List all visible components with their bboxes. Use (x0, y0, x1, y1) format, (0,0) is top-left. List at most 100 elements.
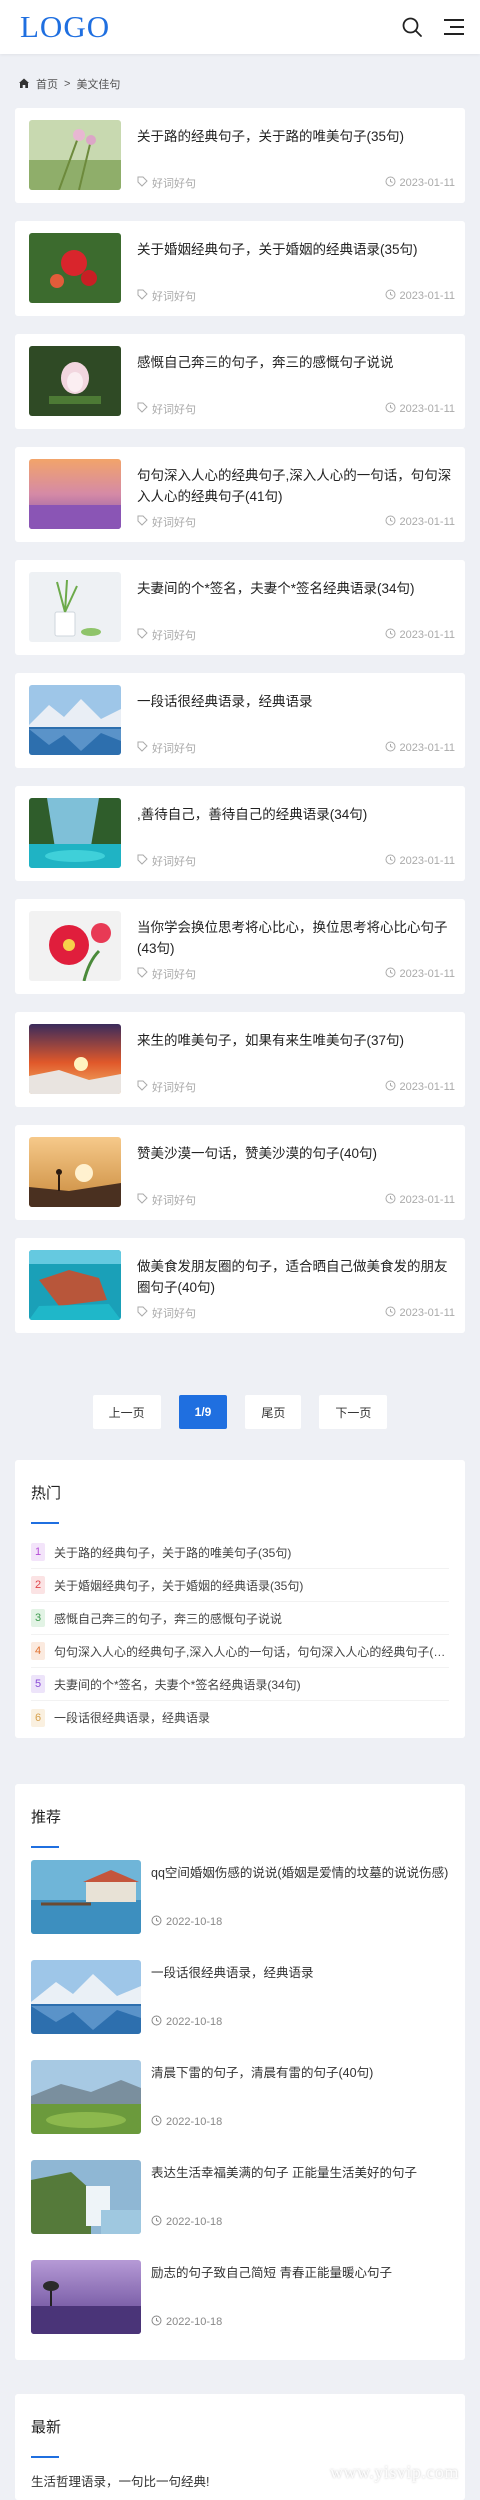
search-icon[interactable] (400, 15, 424, 39)
hot-item-title[interactable]: 关于路的经典句子，关于路的唯美句子(35句) (54, 1544, 291, 1561)
hot-item-title[interactable]: 一段话很经典语录，经典语录 (54, 1709, 210, 1726)
article-card[interactable]: 句句深入人心的经典句子,深入人心的一句话，句句深入人心的经典句子(41句) 好词… (15, 447, 465, 542)
next-page-button[interactable]: 下一页 (319, 1395, 388, 1429)
article-category[interactable]: 好词好句 (152, 740, 196, 756)
recommend-title[interactable]: 清晨下雷的句子，清晨有雷的句子(40句) (151, 2064, 451, 2083)
latest-widget-title: 最新 (31, 2419, 62, 2436)
article-thumbnail[interactable] (29, 346, 121, 416)
prev-page-button[interactable]: 上一页 (92, 1395, 161, 1429)
article-title[interactable]: ,善待自己，善待自己的经典语录(34句) (137, 804, 455, 825)
article-card[interactable]: 做美食发朋友圈的句子，适合晒自己做美食发的朋友圈句子(40句) 好词好句 2023… (15, 1238, 465, 1333)
article-category[interactable]: 好词好句 (152, 1079, 196, 1095)
recommend-widget-title: 推荐 (31, 1809, 62, 1826)
article-card[interactable]: ,善待自己，善待自己的经典语录(34句) 好词好句 2023-01-11 (15, 786, 465, 881)
recommend-widget: 推荐 qq空间婚姻伤感的说说(婚姻是爱情的坟墓的说说伤感) 2022-10-18… (15, 1784, 465, 2360)
hot-rank-badge: 6 (31, 1708, 45, 1727)
latest-widget: 最新 生活哲理语录，一句比一句经典! (15, 2394, 465, 2500)
tag-icon (137, 515, 148, 529)
article-date: 2023-01-11 (399, 968, 455, 980)
logo[interactable]: LOGO (20, 9, 110, 45)
clock-icon (385, 402, 396, 416)
article-thumbnail[interactable] (29, 798, 121, 868)
article-card[interactable]: 赞美沙漠一句话，赞美沙漠的句子(40句) 好词好句 2023-01-11 (15, 1125, 465, 1220)
article-thumbnail[interactable] (29, 1250, 121, 1320)
breadcrumb-separator: > (64, 78, 71, 90)
article-title[interactable]: 句句深入人心的经典句子,深入人心的一句话，句句深入人心的经典句子(41句) (137, 465, 455, 507)
recommend-date: 2022-10-18 (166, 1916, 223, 1928)
article-title[interactable]: 夫妻间的个*签名，夫妻个*签名经典语录(34句) (137, 578, 455, 599)
article-category[interactable]: 好词好句 (152, 288, 196, 304)
article-thumbnail[interactable] (29, 572, 121, 642)
recommend-item[interactable]: 励志的句子致自己简短 青春正能量暖心句子 2022-10-18 (31, 2260, 449, 2360)
article-title[interactable]: 赞美沙漠一句话，赞美沙漠的句子(40句) (137, 1143, 455, 1164)
article-title[interactable]: 感慨自己奔三的句子，奔三的感慨句子说说 (137, 352, 455, 373)
article-card[interactable]: 关于路的经典句子，关于路的唯美句子(35句) 好词好句 2023-01-11 (15, 108, 465, 203)
article-thumbnail[interactable] (29, 1024, 121, 1094)
hot-item-title[interactable]: 句句深入人心的经典句子,深入人心的一句话，句句深入人心的经典句子(41句) (54, 1643, 449, 1660)
article-thumbnail[interactable] (29, 911, 121, 981)
hot-item-title[interactable]: 关于婚姻经典句子，关于婚姻的经典语录(35句) (54, 1577, 303, 1594)
recommend-title[interactable]: 表达生活幸福美满的句子 正能量生活美好的句子 (151, 2164, 451, 2183)
article-category[interactable]: 好词好句 (152, 175, 196, 191)
hot-item[interactable]: 1 关于路的经典句子，关于路的唯美句子(35句) (31, 1536, 449, 1569)
recommend-thumbnail[interactable] (31, 1860, 141, 1934)
recommend-item[interactable]: 清晨下雷的句子，清晨有雷的句子(40句) 2022-10-18 (31, 2060, 449, 2160)
tag-icon (137, 741, 148, 755)
home-icon (18, 77, 30, 92)
hot-rank-badge: 5 (31, 1675, 45, 1693)
article-title[interactable]: 来生的唯美句子，如果有来生唯美句子(37句) (137, 1030, 455, 1051)
recommend-thumbnail[interactable] (31, 2060, 141, 2134)
clock-icon (385, 289, 396, 303)
breadcrumb-current[interactable]: 美文佳句 (76, 76, 120, 92)
hot-item-title[interactable]: 感慨自己奔三的句子，奔三的感慨句子说说 (54, 1610, 282, 1627)
article-thumbnail[interactable] (29, 685, 121, 755)
article-title[interactable]: 关于婚姻经典句子，关于婚姻的经典语录(35句) (137, 239, 455, 260)
article-thumbnail[interactable] (29, 459, 121, 529)
clock-icon (385, 1306, 396, 1320)
hot-item[interactable]: 5 夫妻间的个*签名，夫妻个*签名经典语录(34句) (31, 1668, 449, 1701)
menu-icon[interactable] (442, 15, 466, 39)
breadcrumb-home-link[interactable]: 首页 (36, 76, 58, 92)
hot-item[interactable]: 2 关于婚姻经典句子，关于婚姻的经典语录(35句) (31, 1569, 449, 1602)
article-title[interactable]: 做美食发朋友圈的句子，适合晒自己做美食发的朋友圈句子(40句) (137, 1256, 455, 1298)
article-thumbnail[interactable] (29, 233, 121, 303)
pagination: 上一页 1/9 尾页 下一页 (0, 1395, 480, 1429)
article-category[interactable]: 好词好句 (152, 1305, 196, 1321)
article-card[interactable]: 关于婚姻经典句子，关于婚姻的经典语录(35句) 好词好句 2023-01-11 (15, 221, 465, 316)
article-category[interactable]: 好词好句 (152, 514, 196, 530)
article-card[interactable]: 当你学会换位思考将心比心，换位思考将心比心句子(43句) 好词好句 2023-01… (15, 899, 465, 994)
hot-item[interactable]: 3 感慨自己奔三的句子，奔三的感慨句子说说 (31, 1602, 449, 1635)
recommend-title[interactable]: 一段话很经典语录，经典语录 (151, 1964, 451, 1983)
recommend-title[interactable]: 励志的句子致自己简短 青春正能量暖心句子 (151, 2264, 451, 2283)
hot-item[interactable]: 6 一段话很经典语录，经典语录 (31, 1701, 449, 1734)
recommend-thumbnail[interactable] (31, 2160, 141, 2234)
article-category[interactable]: 好词好句 (152, 1192, 196, 1208)
recommend-thumbnail[interactable] (31, 1960, 141, 2034)
article-category[interactable]: 好词好句 (152, 853, 196, 869)
article-category[interactable]: 好词好句 (152, 401, 196, 417)
recommend-item[interactable]: 一段话很经典语录，经典语录 2022-10-18 (31, 1960, 449, 2060)
article-category[interactable]: 好词好句 (152, 627, 196, 643)
article-category[interactable]: 好词好句 (152, 966, 196, 982)
article-list: 关于路的经典句子，关于路的唯美句子(35句) 好词好句 2023-01-11 关于… (15, 108, 465, 1351)
article-thumbnail[interactable] (29, 120, 121, 190)
article-title[interactable]: 关于路的经典句子，关于路的唯美句子(35句) (137, 126, 455, 147)
clock-icon (385, 1193, 396, 1207)
article-title[interactable]: 当你学会换位思考将心比心，换位思考将心比心句子(43句) (137, 917, 455, 959)
recommend-title[interactable]: qq空间婚姻伤感的说说(婚姻是爱情的坟墓的说说伤感) (151, 1864, 451, 1883)
article-card[interactable]: 一段话很经典语录，经典语录 好词好句 2023-01-11 (15, 673, 465, 768)
current-page-indicator[interactable]: 1/9 (178, 1395, 228, 1429)
hot-item[interactable]: 4 句句深入人心的经典句子,深入人心的一句话，句句深入人心的经典句子(41句) (31, 1635, 449, 1668)
recommend-thumbnail[interactable] (31, 2260, 141, 2334)
tag-icon (137, 1193, 148, 1207)
article-thumbnail[interactable] (29, 1137, 121, 1207)
article-title[interactable]: 一段话很经典语录，经典语录 (137, 691, 455, 712)
last-page-button[interactable]: 尾页 (245, 1395, 302, 1429)
article-card[interactable]: 来生的唯美句子，如果有来生唯美句子(37句) 好词好句 2023-01-11 (15, 1012, 465, 1107)
recommend-item[interactable]: 表达生活幸福美满的句子 正能量生活美好的句子 2022-10-18 (31, 2160, 449, 2260)
article-card[interactable]: 夫妻间的个*签名，夫妻个*签名经典语录(34句) 好词好句 2023-01-11 (15, 560, 465, 655)
hot-list: 1 关于路的经典句子，关于路的唯美句子(35句) 2 关于婚姻经典句子，关于婚姻的经… (15, 1512, 465, 1734)
hot-item-title[interactable]: 夫妻间的个*签名，夫妻个*签名经典语录(34句) (54, 1676, 301, 1693)
recommend-item[interactable]: qq空间婚姻伤感的说说(婚姻是爱情的坟墓的说说伤感) 2022-10-18 (31, 1860, 449, 1960)
article-card[interactable]: 感慨自己奔三的句子，奔三的感慨句子说说 好词好句 2023-01-11 (15, 334, 465, 429)
